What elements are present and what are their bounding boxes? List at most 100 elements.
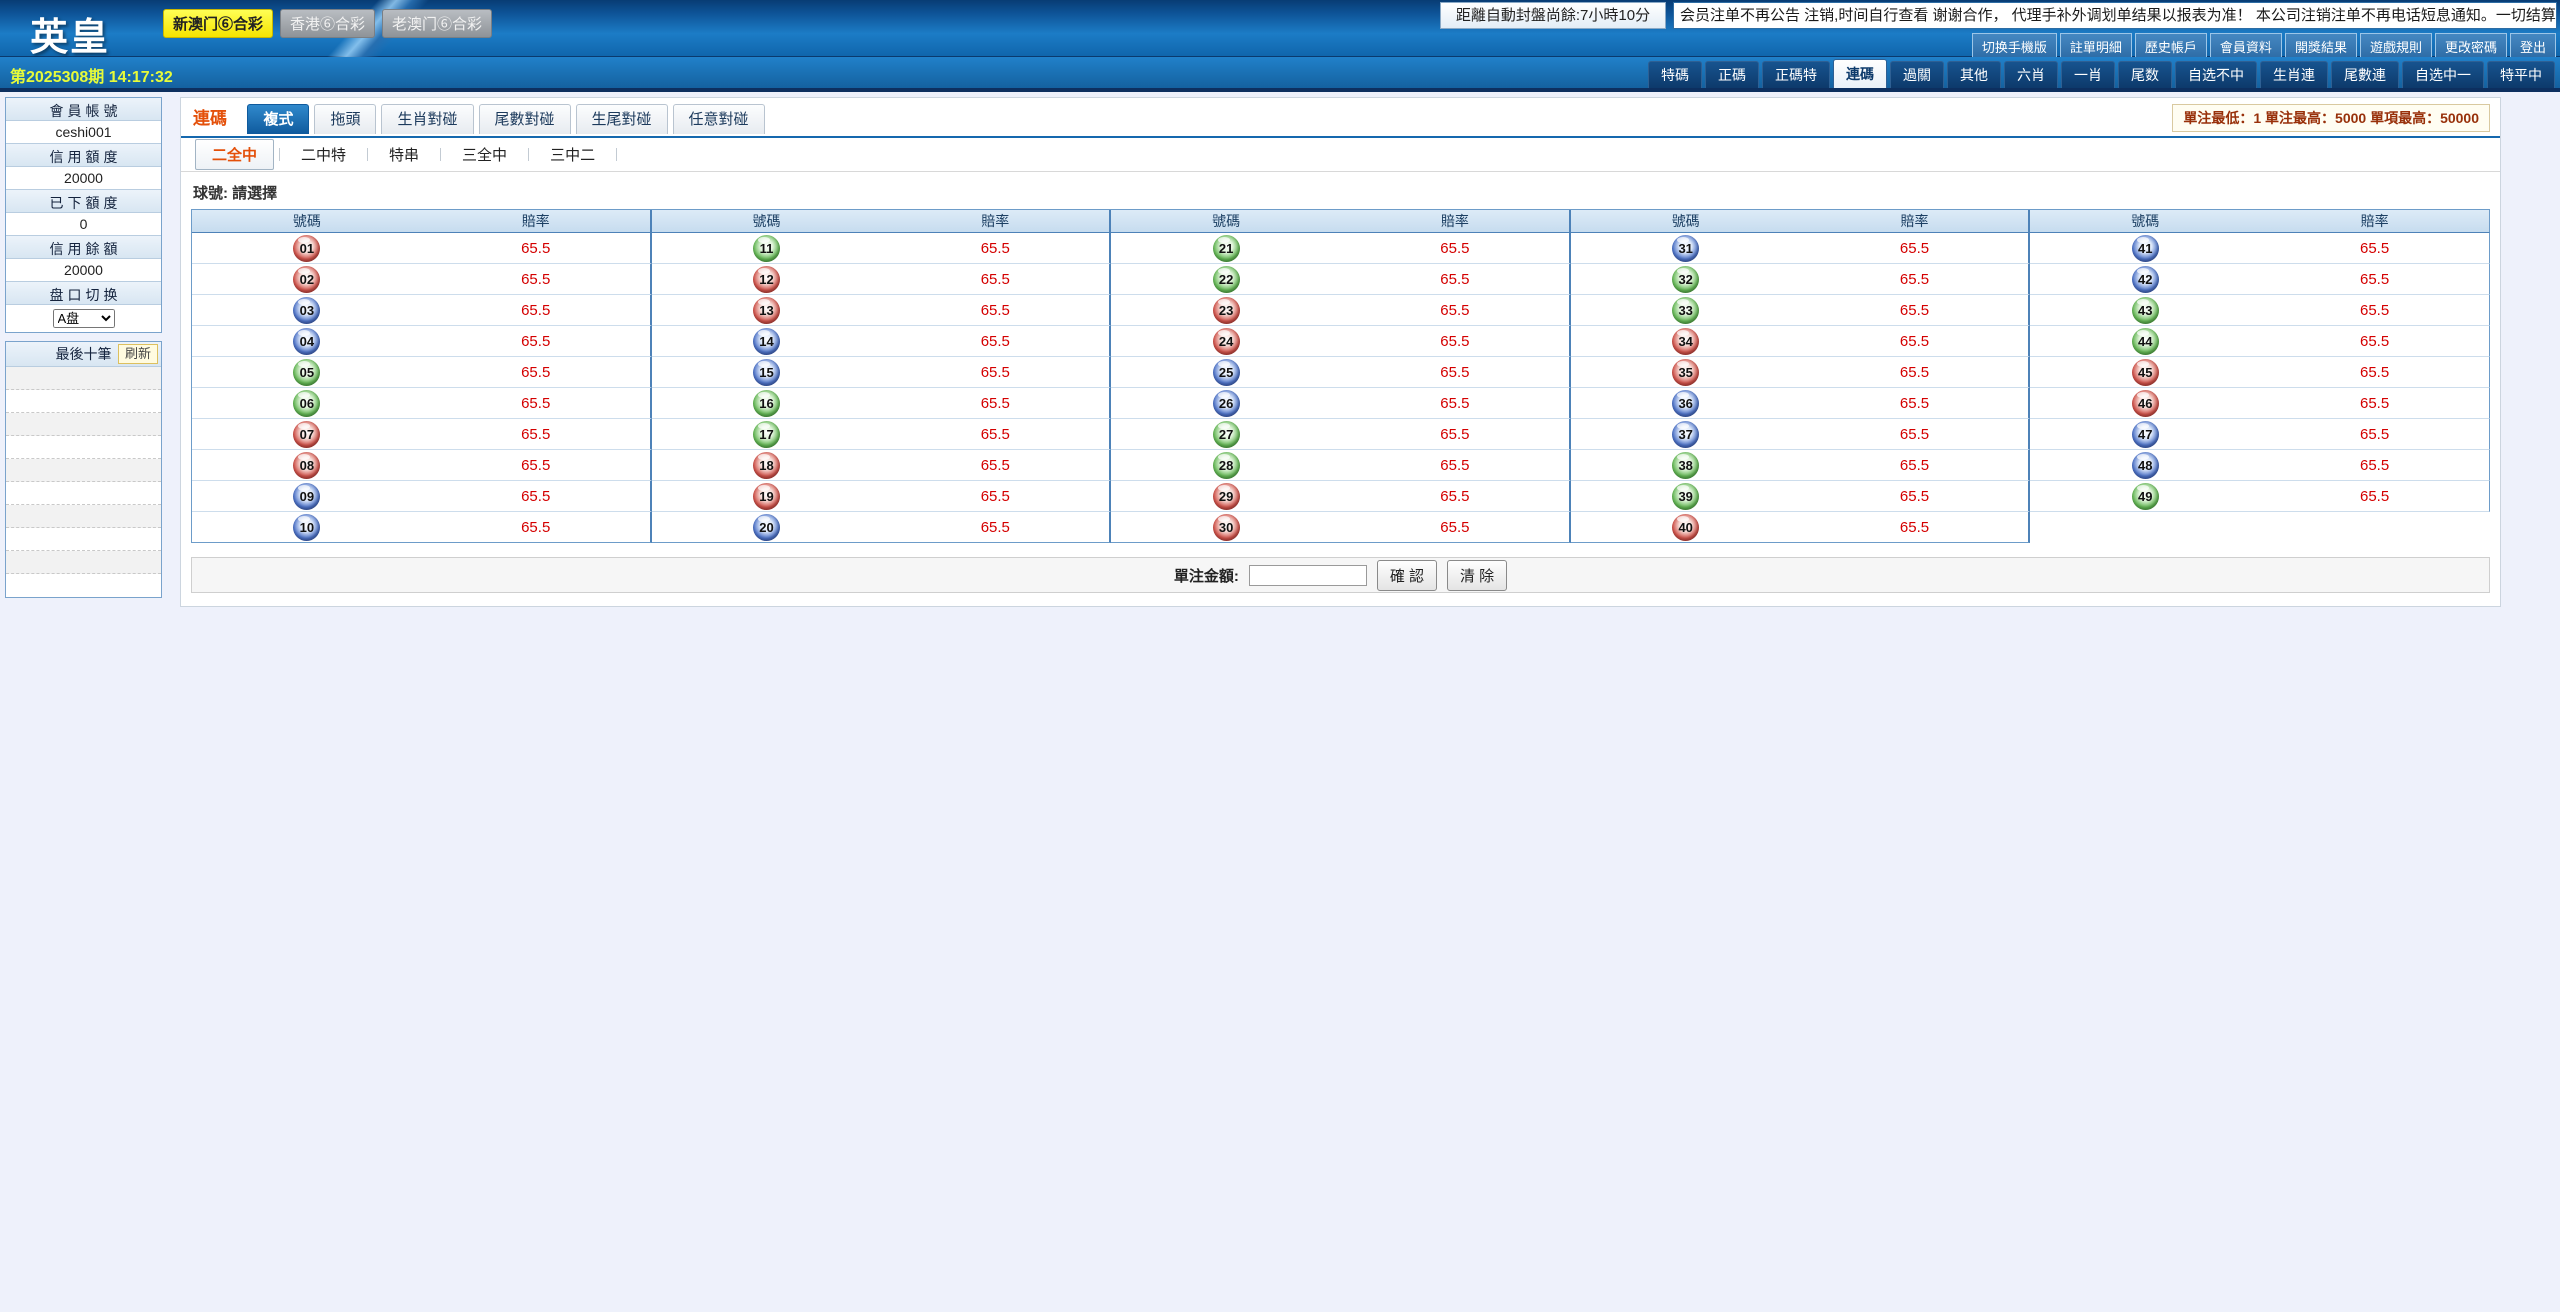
- ball-cell-32[interactable]: 32: [1571, 264, 1801, 295]
- ball-cell-09[interactable]: 09: [192, 481, 422, 512]
- sub-tab-5[interactable]: 三中二: [534, 140, 611, 169]
- ball-cell-39[interactable]: 39: [1571, 481, 1801, 512]
- mode-tab-5[interactable]: 生尾對碰: [576, 104, 668, 134]
- ball-cell-18[interactable]: 18: [652, 450, 882, 481]
- ball-cell-07[interactable]: 07: [192, 419, 422, 450]
- ball-cell-21[interactable]: 21: [1111, 233, 1341, 264]
- mode-tab-3[interactable]: 生肖對碰: [381, 104, 473, 134]
- lottery-tab-1[interactable]: 新澳门⑥合彩: [163, 9, 273, 38]
- ball-03: 03: [293, 297, 320, 324]
- ball-cell-01[interactable]: 01: [192, 233, 422, 264]
- ball-cell-31[interactable]: 31: [1571, 233, 1801, 264]
- ball-cell-13[interactable]: 13: [652, 295, 882, 326]
- ball-cell-47[interactable]: 47: [2030, 419, 2260, 450]
- user-link-6[interactable]: 遊戲規則: [2360, 33, 2432, 60]
- odds-cell-47: 65.5: [2260, 419, 2490, 450]
- mode-tab-2[interactable]: 拖頭: [314, 104, 376, 134]
- ball-cell-06[interactable]: 06: [192, 388, 422, 419]
- ball-cell-34[interactable]: 34: [1571, 326, 1801, 357]
- ball-cell-27[interactable]: 27: [1111, 419, 1341, 450]
- ball-cell-23[interactable]: 23: [1111, 295, 1341, 326]
- ball-28: 28: [1213, 452, 1240, 479]
- ball-cell-16[interactable]: 16: [652, 388, 882, 419]
- ball-cell-38[interactable]: 38: [1571, 450, 1801, 481]
- game-tab-5[interactable]: 過關: [1890, 61, 1944, 88]
- ball-cell-36[interactable]: 36: [1571, 388, 1801, 419]
- ball-cell-41[interactable]: 41: [2030, 233, 2260, 264]
- lottery-tab-2[interactable]: 香港⑥合彩: [280, 9, 375, 38]
- user-link-5[interactable]: 開獎結果: [2285, 33, 2357, 60]
- ball-cell-10[interactable]: 10: [192, 512, 422, 543]
- game-tab-3[interactable]: 正碼特: [1762, 61, 1830, 88]
- user-link-3[interactable]: 歷史帳戶: [2135, 33, 2207, 60]
- user-link-4[interactable]: 會員資料: [2210, 33, 2282, 60]
- ball-cell-44[interactable]: 44: [2030, 326, 2260, 357]
- lottery-tab-3[interactable]: 老澳门⑥合彩: [382, 9, 492, 38]
- ball-cell-45[interactable]: 45: [2030, 357, 2260, 388]
- ball-cell-46[interactable]: 46: [2030, 388, 2260, 419]
- ball-cell-12[interactable]: 12: [652, 264, 882, 295]
- game-tab-11[interactable]: 生肖連: [2260, 61, 2328, 88]
- ball-cell-03[interactable]: 03: [192, 295, 422, 326]
- ball-cell-42[interactable]: 42: [2030, 264, 2260, 295]
- ball-cell-48[interactable]: 48: [2030, 450, 2260, 481]
- ball-cell-33[interactable]: 33: [1571, 295, 1801, 326]
- bet-amount-input[interactable]: [1249, 565, 1367, 586]
- sub-tab-4[interactable]: 三全中: [446, 140, 523, 169]
- odds-cell-07: 65.5: [422, 419, 652, 450]
- recent-row-3: [6, 413, 161, 436]
- refresh-button[interactable]: 刷新: [118, 344, 158, 364]
- ball-cell-14[interactable]: 14: [652, 326, 882, 357]
- recent-bets-header: 最後十筆 刷新: [6, 342, 161, 367]
- game-tab-7[interactable]: 六肖: [2004, 61, 2058, 88]
- user-link-7[interactable]: 更改密碼: [2435, 33, 2507, 60]
- ball-cell-04[interactable]: 04: [192, 326, 422, 357]
- game-tab-12[interactable]: 尾數連: [2331, 61, 2399, 88]
- void-cell: [2260, 512, 2490, 543]
- game-tab-8[interactable]: 一肖: [2061, 61, 2115, 88]
- game-tab-4[interactable]: 連碼: [1833, 59, 1887, 88]
- ball-cell-20[interactable]: 20: [652, 512, 882, 543]
- game-tab-14[interactable]: 特平中: [2487, 61, 2555, 88]
- ball-cell-37[interactable]: 37: [1571, 419, 1801, 450]
- ball-cell-24[interactable]: 24: [1111, 326, 1341, 357]
- ball-cell-19[interactable]: 19: [652, 481, 882, 512]
- ball-cell-26[interactable]: 26: [1111, 388, 1341, 419]
- game-tab-1[interactable]: 特碼: [1648, 61, 1702, 88]
- user-link-2[interactable]: 註單明細: [2060, 33, 2132, 60]
- game-tab-2[interactable]: 正碼: [1705, 61, 1759, 88]
- game-tab-6[interactable]: 其他: [1947, 61, 2001, 88]
- ball-cell-29[interactable]: 29: [1111, 481, 1341, 512]
- ball-cell-11[interactable]: 11: [652, 233, 882, 264]
- ball-cell-49[interactable]: 49: [2030, 481, 2260, 512]
- sub-tab-2[interactable]: 二中特: [285, 140, 362, 169]
- mode-tab-6[interactable]: 任意對碰: [673, 104, 765, 134]
- account-field-value-3: 0: [6, 213, 161, 236]
- ball-cell-28[interactable]: 28: [1111, 450, 1341, 481]
- clear-button[interactable]: 清 除: [1447, 560, 1507, 591]
- ball-cell-02[interactable]: 02: [192, 264, 422, 295]
- sub-tab-3[interactable]: 特串: [373, 140, 435, 169]
- ball-cell-22[interactable]: 22: [1111, 264, 1341, 295]
- ball-cell-43[interactable]: 43: [2030, 295, 2260, 326]
- ball-cell-17[interactable]: 17: [652, 419, 882, 450]
- ball-cell-35[interactable]: 35: [1571, 357, 1801, 388]
- confirm-button[interactable]: 確 認: [1377, 560, 1437, 591]
- col-header-odds-5: 賠率: [2260, 210, 2490, 233]
- game-tab-10[interactable]: 自选不中: [2175, 61, 2257, 88]
- ball-cell-08[interactable]: 08: [192, 450, 422, 481]
- ball-cell-30[interactable]: 30: [1111, 512, 1341, 543]
- ball-cell-25[interactable]: 25: [1111, 357, 1341, 388]
- mode-tab-4[interactable]: 尾數對碰: [479, 104, 571, 134]
- game-tab-9[interactable]: 尾数: [2118, 61, 2172, 88]
- ball-cell-05[interactable]: 05: [192, 357, 422, 388]
- sub-tab-1[interactable]: 二全中: [195, 139, 274, 170]
- recent-row-6: [6, 482, 161, 505]
- plate-select[interactable]: A盘: [53, 309, 115, 328]
- mode-tab-1[interactable]: 複式: [247, 104, 309, 134]
- game-tab-13[interactable]: 自选中一: [2402, 61, 2484, 88]
- user-link-8[interactable]: 登出: [2510, 33, 2556, 60]
- ball-cell-40[interactable]: 40: [1571, 512, 1801, 543]
- user-link-1[interactable]: 切换手機版: [1972, 33, 2057, 60]
- ball-cell-15[interactable]: 15: [652, 357, 882, 388]
